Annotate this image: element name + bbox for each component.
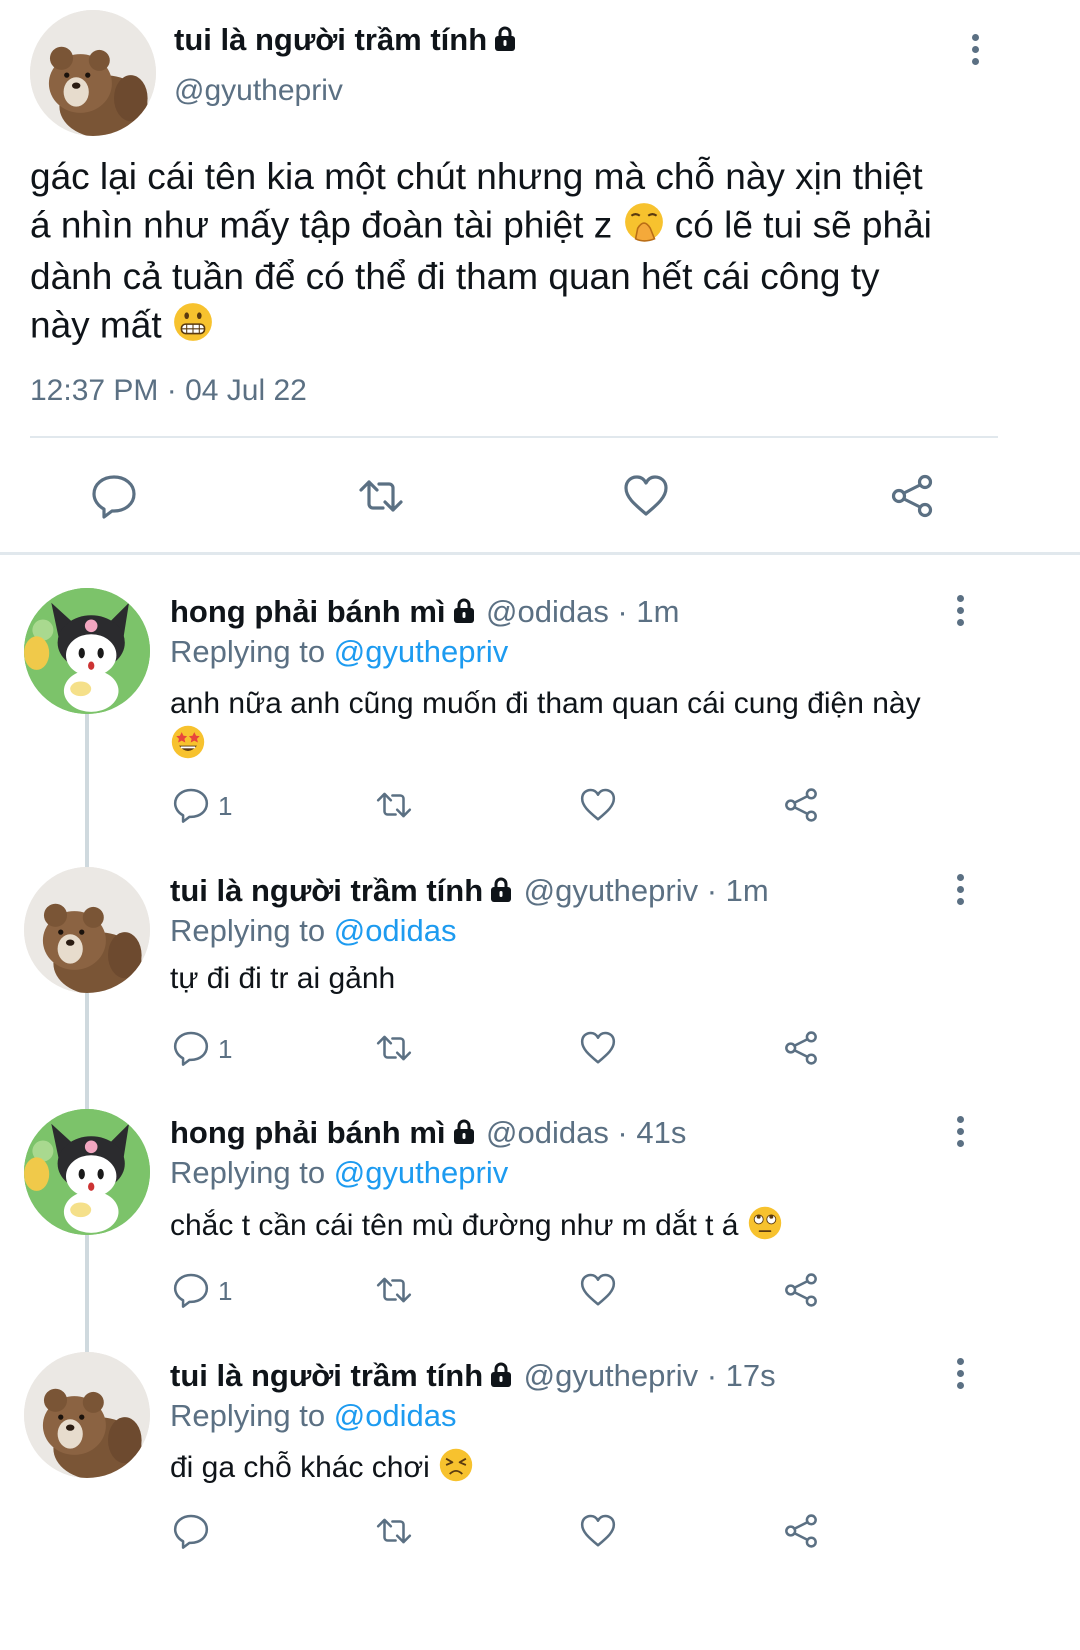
- share-icon[interactable]: [782, 1512, 820, 1555]
- reply-icon[interactable]: [172, 1271, 210, 1314]
- retweet-icon[interactable]: [374, 786, 414, 829]
- reply-text: chắc t cần cái tên mù đường như m dắt t …: [170, 1205, 783, 1249]
- reply-avatar[interactable]: [24, 867, 150, 993]
- reply-header: tui là người trầm tính @gyuthepriv · 17s: [170, 1358, 776, 1393]
- reply-count: 1: [218, 1034, 233, 1064]
- section-divider: [0, 552, 1080, 555]
- reply-avatar[interactable]: [24, 588, 150, 714]
- author-avatar[interactable]: [30, 10, 156, 136]
- more-options-icon[interactable]: [950, 1116, 970, 1156]
- share-icon[interactable]: [782, 786, 820, 829]
- lock-icon: [489, 1362, 513, 1388]
- author-name[interactable]: tui là người trầm tính: [174, 22, 517, 58]
- reply-header: hong phải bánh mì @odidas · 41s: [170, 1115, 687, 1150]
- like-icon[interactable]: [579, 1512, 617, 1555]
- retweet-icon[interactable]: [374, 1029, 414, 1072]
- replying-to: Replying to @odidas: [170, 913, 457, 948]
- like-icon[interactable]: [622, 472, 670, 525]
- reply-header: hong phải bánh mì @odidas · 1m: [170, 594, 680, 629]
- more-options-icon[interactable]: [950, 874, 970, 914]
- reply-count: 1: [218, 791, 233, 821]
- replying-to: Replying to @gyuthepriv: [170, 634, 509, 669]
- tweet-timestamp: 12:37 PM · 04 Jul 22: [30, 374, 307, 407]
- more-options-icon[interactable]: [950, 595, 970, 635]
- like-icon[interactable]: [579, 786, 617, 829]
- divider: [30, 436, 998, 438]
- reply-text: đi ga chỗ khác chơi: [170, 1447, 474, 1491]
- retweet-icon[interactable]: [356, 472, 406, 525]
- reply-icon[interactable]: [172, 786, 210, 829]
- reply-avatar[interactable]: [24, 1352, 150, 1478]
- lock-icon: [493, 24, 517, 50]
- reply-text: anh nữa anh cũng muốn đi tham quan cái c…: [170, 684, 990, 771]
- rolling-eyes-emoji: [747, 1205, 783, 1249]
- hand-over-mouth-emoji: [623, 201, 665, 255]
- reply-text: tự đi đi tr ai gảnh: [170, 962, 396, 995]
- share-icon[interactable]: [782, 1029, 820, 1072]
- reply-avatar[interactable]: [24, 1109, 150, 1235]
- retweet-icon[interactable]: [374, 1512, 414, 1555]
- reply-icon[interactable]: [172, 1029, 210, 1072]
- retweet-icon[interactable]: [374, 1271, 414, 1314]
- reply-header: tui là người trầm tính @gyuthepriv · 1m: [170, 873, 769, 908]
- more-options-icon[interactable]: [965, 34, 985, 74]
- like-icon[interactable]: [579, 1271, 617, 1314]
- author-handle[interactable]: @gyuthepriv: [174, 74, 343, 108]
- lock-icon: [489, 877, 513, 903]
- tweet-text: gác lại cái tên kia một chút nhưng mà ch…: [30, 154, 1050, 354]
- reply-icon[interactable]: [172, 1512, 210, 1555]
- reply-count: 1: [218, 1276, 233, 1306]
- lock-icon: [452, 1119, 476, 1145]
- star-struck-emoji: [170, 724, 206, 771]
- thread-line: [85, 712, 89, 1352]
- like-icon[interactable]: [579, 1029, 617, 1072]
- persevering-face-emoji: [438, 1447, 474, 1491]
- grimacing-emoji: [172, 301, 214, 355]
- replying-to: Replying to @odidas: [170, 1398, 457, 1433]
- share-icon[interactable]: [782, 1271, 820, 1314]
- lock-icon: [452, 598, 476, 624]
- reply-icon[interactable]: [90, 472, 138, 525]
- share-icon[interactable]: [888, 472, 936, 525]
- more-options-icon[interactable]: [950, 1358, 970, 1398]
- replying-to: Replying to @gyuthepriv: [170, 1155, 509, 1190]
